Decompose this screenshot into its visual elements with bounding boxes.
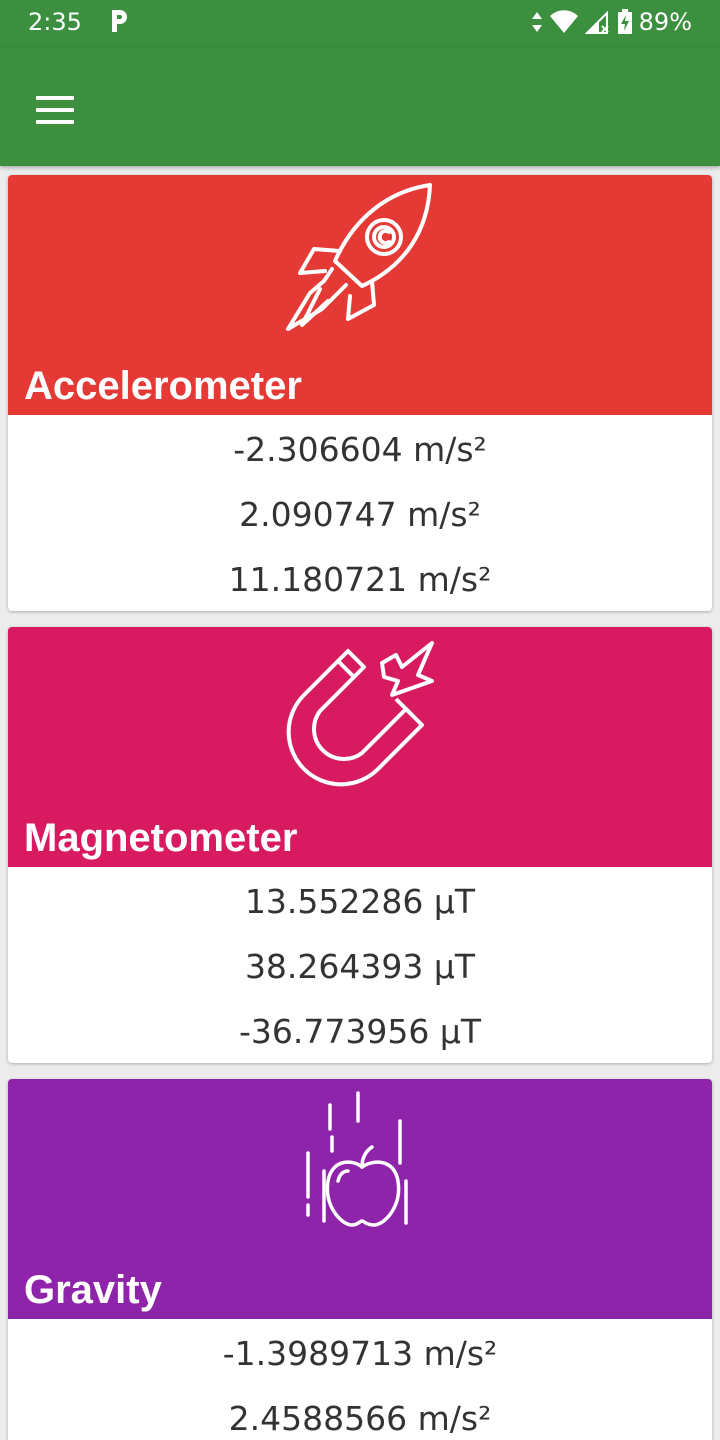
sensor-value-x: -1.3989713 m/s² xyxy=(222,1334,498,1373)
battery-charging-icon xyxy=(617,9,632,34)
hamburger-menu-icon[interactable] xyxy=(26,82,86,138)
sensor-value-z: 11.180721 m/s² xyxy=(228,560,492,599)
data-arrows-icon xyxy=(531,12,542,32)
sensor-card-header: Accelerometer xyxy=(8,175,712,415)
sensor-card-accelerometer[interactable]: Accelerometer -2.306604 m/s² 2.090747 m/… xyxy=(8,175,712,611)
sensor-values: -1.3989713 m/s² 2.4588566 m/s² xyxy=(8,1319,712,1440)
app-bar xyxy=(0,48,720,166)
sensor-card-title: Accelerometer xyxy=(24,364,302,408)
sensor-card-gravity[interactable]: Gravity -1.3989713 m/s² 2.4588566 m/s² xyxy=(8,1079,712,1440)
status-time: 2:35 xyxy=(28,8,82,36)
parking-notification-icon xyxy=(112,10,127,32)
magnet-icon xyxy=(286,641,434,787)
sensor-card-header: Gravity xyxy=(8,1079,712,1319)
sensor-values: -2.306604 m/s² 2.090747 m/s² 11.180721 m… xyxy=(8,415,712,611)
sensor-value-x: -2.306604 m/s² xyxy=(233,430,487,469)
cell-signal-icon xyxy=(584,10,609,34)
sensor-value-y: 38.264393 µT xyxy=(244,947,476,986)
sensor-card-title: Gravity xyxy=(24,1268,162,1312)
falling-apple-icon xyxy=(306,1091,408,1227)
sensor-card-magnetometer[interactable]: Magnetometer 13.552286 µT 38.264393 µT -… xyxy=(8,627,712,1063)
battery-percent: 89% xyxy=(638,8,692,36)
status-icons: 89% xyxy=(531,8,692,36)
status-bar: 2:35 89% xyxy=(0,0,720,48)
sensor-value-y: 2.090747 m/s² xyxy=(239,495,481,534)
wifi-icon xyxy=(549,10,578,33)
sensor-values: 13.552286 µT 38.264393 µT -36.773956 µT xyxy=(8,867,712,1063)
sensor-value-x: 13.552286 µT xyxy=(244,882,476,921)
sensor-card-title: Magnetometer xyxy=(24,816,298,860)
sensor-card-header: Magnetometer xyxy=(8,627,712,867)
rocket-icon xyxy=(286,183,432,331)
sensor-value-y: 2.4588566 m/s² xyxy=(228,1399,492,1438)
sensor-value-z: -36.773956 µT xyxy=(238,1012,481,1051)
